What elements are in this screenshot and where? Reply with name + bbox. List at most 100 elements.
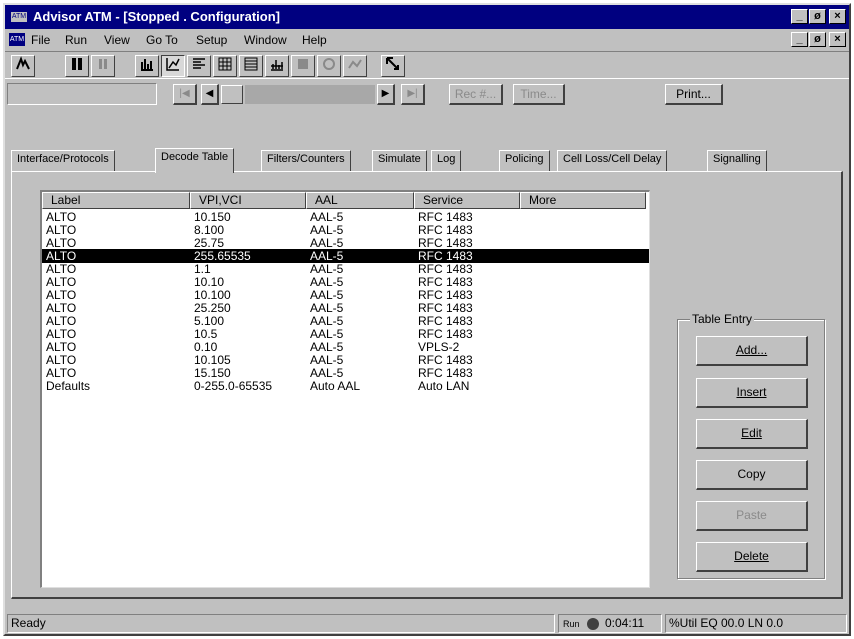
table-row[interactable]: ALTO 255.65535 AAL-5 RFC 1483 bbox=[42, 249, 649, 263]
tab-decode-table[interactable]: Decode Table bbox=[155, 148, 235, 173]
scroll-thumb[interactable] bbox=[221, 85, 243, 104]
table-row[interactable]: ALTO 1.1 AAL-5 RFC 1483 bbox=[42, 262, 649, 276]
title-bar[interactable]: ATM Advisor ATM - [Stopped . Configurati… bbox=[5, 5, 849, 29]
edit-button[interactable]: Edit bbox=[696, 419, 808, 449]
histogram-icon[interactable] bbox=[265, 55, 289, 77]
tab-signalling[interactable]: Signalling bbox=[707, 150, 767, 171]
cell-label: ALTO bbox=[46, 223, 77, 237]
menu-goto[interactable]: Go To bbox=[146, 33, 178, 47]
record-field[interactable] bbox=[7, 83, 157, 105]
cell-vpi-vci: 10.10 bbox=[194, 275, 225, 289]
cell-aal: AAL-5 bbox=[310, 366, 344, 380]
bar-chart-icon[interactable] bbox=[135, 55, 159, 77]
column-header-aal[interactable]: AAL bbox=[306, 192, 414, 209]
cell-label: ALTO bbox=[46, 236, 77, 250]
doc-close-button[interactable]: × bbox=[829, 32, 846, 47]
restore-button[interactable]: ø bbox=[809, 9, 826, 24]
tab-log[interactable]: Log bbox=[431, 150, 462, 171]
capture-icon[interactable] bbox=[317, 55, 341, 77]
close-button[interactable]: × bbox=[829, 9, 846, 24]
elapsed-time: 0:04:11 bbox=[605, 616, 645, 630]
cell-label: ALTO bbox=[46, 275, 77, 289]
table-entry-label: Table Entry bbox=[690, 312, 755, 326]
table-row[interactable]: ALTO 10.150 AAL-5 RFC 1483 bbox=[42, 210, 649, 224]
last-record-button[interactable]: ▶| bbox=[401, 84, 425, 105]
minimize-button[interactable]: _ bbox=[791, 9, 808, 24]
table-row[interactable]: ALTO 10.105 AAL-5 RFC 1483 bbox=[42, 353, 649, 367]
cell-service: RFC 1483 bbox=[418, 223, 473, 237]
signal-icon[interactable] bbox=[11, 55, 35, 77]
decode-table-panel: Label VPI,VCI AAL Service More ALTO 10.15… bbox=[11, 171, 843, 599]
table-row[interactable]: ALTO 25.250 AAL-5 RFC 1483 bbox=[42, 301, 649, 315]
table-row[interactable]: Defaults 0-255.0-65535 Auto AAL Auto LAN bbox=[42, 379, 649, 393]
menu-file[interactable]: File bbox=[31, 33, 50, 47]
column-header-more[interactable]: More bbox=[520, 192, 646, 209]
time-button[interactable]: Time... bbox=[513, 84, 565, 105]
list-icon[interactable] bbox=[187, 55, 211, 77]
table-row[interactable]: ALTO 15.150 AAL-5 RFC 1483 bbox=[42, 366, 649, 380]
table-row[interactable]: ALTO 5.100 AAL-5 RFC 1483 bbox=[42, 314, 649, 328]
tab-cell-loss-cell-delay[interactable]: Cell Loss/Cell Delay bbox=[557, 150, 668, 171]
grid-icon[interactable] bbox=[213, 55, 237, 77]
next-record-button[interactable]: ▶ bbox=[377, 84, 395, 105]
column-header-vpi-vci[interactable]: VPI,VCI bbox=[190, 192, 306, 209]
menu-window[interactable]: Window bbox=[244, 33, 287, 47]
record-icon[interactable] bbox=[291, 55, 315, 77]
decode-icon[interactable] bbox=[239, 55, 263, 77]
table-row[interactable]: ALTO 10.5 AAL-5 RFC 1483 bbox=[42, 327, 649, 341]
menu-view[interactable]: View bbox=[104, 33, 130, 47]
tab-simulate[interactable]: Simulate bbox=[372, 150, 427, 171]
tab-strip: Interface/Protocols Decode Table Filters… bbox=[5, 148, 849, 173]
delete-button[interactable]: Delete bbox=[696, 542, 808, 572]
table-row[interactable]: ALTO 8.100 AAL-5 RFC 1483 bbox=[42, 223, 649, 237]
cell-label: ALTO bbox=[46, 288, 77, 302]
paste-button[interactable]: Paste bbox=[696, 501, 808, 531]
cell-aal: AAL-5 bbox=[310, 353, 344, 367]
edit-button-label: Edit bbox=[741, 426, 762, 440]
cell-service: Auto LAN bbox=[418, 379, 470, 393]
menu-help[interactable]: Help bbox=[302, 33, 327, 47]
pointer-icon[interactable] bbox=[381, 55, 405, 77]
add-button[interactable]: Add... bbox=[696, 336, 808, 366]
first-record-button[interactable]: |◀ bbox=[173, 84, 197, 105]
prev-record-button[interactable]: ◀ bbox=[201, 84, 219, 105]
tab-filters-counters[interactable]: Filters/Counters bbox=[261, 150, 351, 171]
decode-table-list[interactable]: Label VPI,VCI AAL Service More ALTO 10.15… bbox=[40, 190, 650, 588]
paste-button-label: Paste bbox=[736, 508, 767, 522]
rec-number-button[interactable]: Rec #... bbox=[449, 84, 503, 105]
menu-setup[interactable]: Setup bbox=[196, 33, 227, 47]
stop-icon[interactable] bbox=[65, 55, 89, 77]
tab-interface-protocols[interactable]: Interface/Protocols bbox=[11, 150, 115, 171]
tab-policing[interactable]: Policing bbox=[499, 150, 550, 171]
cell-service: VPLS-2 bbox=[418, 340, 460, 354]
cell-vpi-vci: 10.5 bbox=[194, 327, 218, 341]
cell-label: ALTO bbox=[46, 262, 77, 276]
document-logo-icon[interactable]: ATM bbox=[9, 33, 25, 46]
utilization-info: %Util EQ 00.0 LN 0.0 bbox=[665, 614, 847, 633]
pause-icon[interactable] bbox=[91, 55, 115, 77]
doc-restore-button[interactable]: ø bbox=[809, 32, 826, 47]
table-row[interactable]: ALTO 0.10 AAL-5 VPLS-2 bbox=[42, 340, 649, 354]
cell-aal: AAL-5 bbox=[310, 262, 344, 276]
insert-button-label: Insert bbox=[736, 385, 767, 399]
insert-button[interactable]: Insert bbox=[696, 378, 808, 408]
print-button[interactable]: Print... bbox=[665, 84, 723, 105]
cell-label: Defaults bbox=[46, 379, 91, 393]
app-logo-icon: ATM bbox=[11, 12, 27, 22]
cell-aal: AAL-5 bbox=[310, 314, 344, 328]
table-row[interactable]: ALTO 25.75 AAL-5 RFC 1483 bbox=[42, 236, 649, 250]
cell-service: RFC 1483 bbox=[418, 236, 473, 250]
column-header-label[interactable]: Label bbox=[42, 192, 190, 209]
toolbar bbox=[5, 51, 849, 79]
table-row[interactable]: ALTO 10.100 AAL-5 RFC 1483 bbox=[42, 288, 649, 302]
copy-button[interactable]: Copy bbox=[696, 460, 808, 490]
column-header-service[interactable]: Service bbox=[414, 192, 520, 209]
cell-service: RFC 1483 bbox=[418, 288, 473, 302]
menu-run[interactable]: Run bbox=[65, 33, 87, 47]
cell-vpi-vci: 25.75 bbox=[194, 236, 225, 250]
table-row[interactable]: ALTO 10.10 AAL-5 RFC 1483 bbox=[42, 275, 649, 289]
scroll-track[interactable] bbox=[245, 85, 375, 104]
graph-icon[interactable] bbox=[343, 55, 367, 77]
stats-icon[interactable] bbox=[161, 55, 185, 77]
doc-minimize-button[interactable]: _ bbox=[791, 32, 808, 47]
